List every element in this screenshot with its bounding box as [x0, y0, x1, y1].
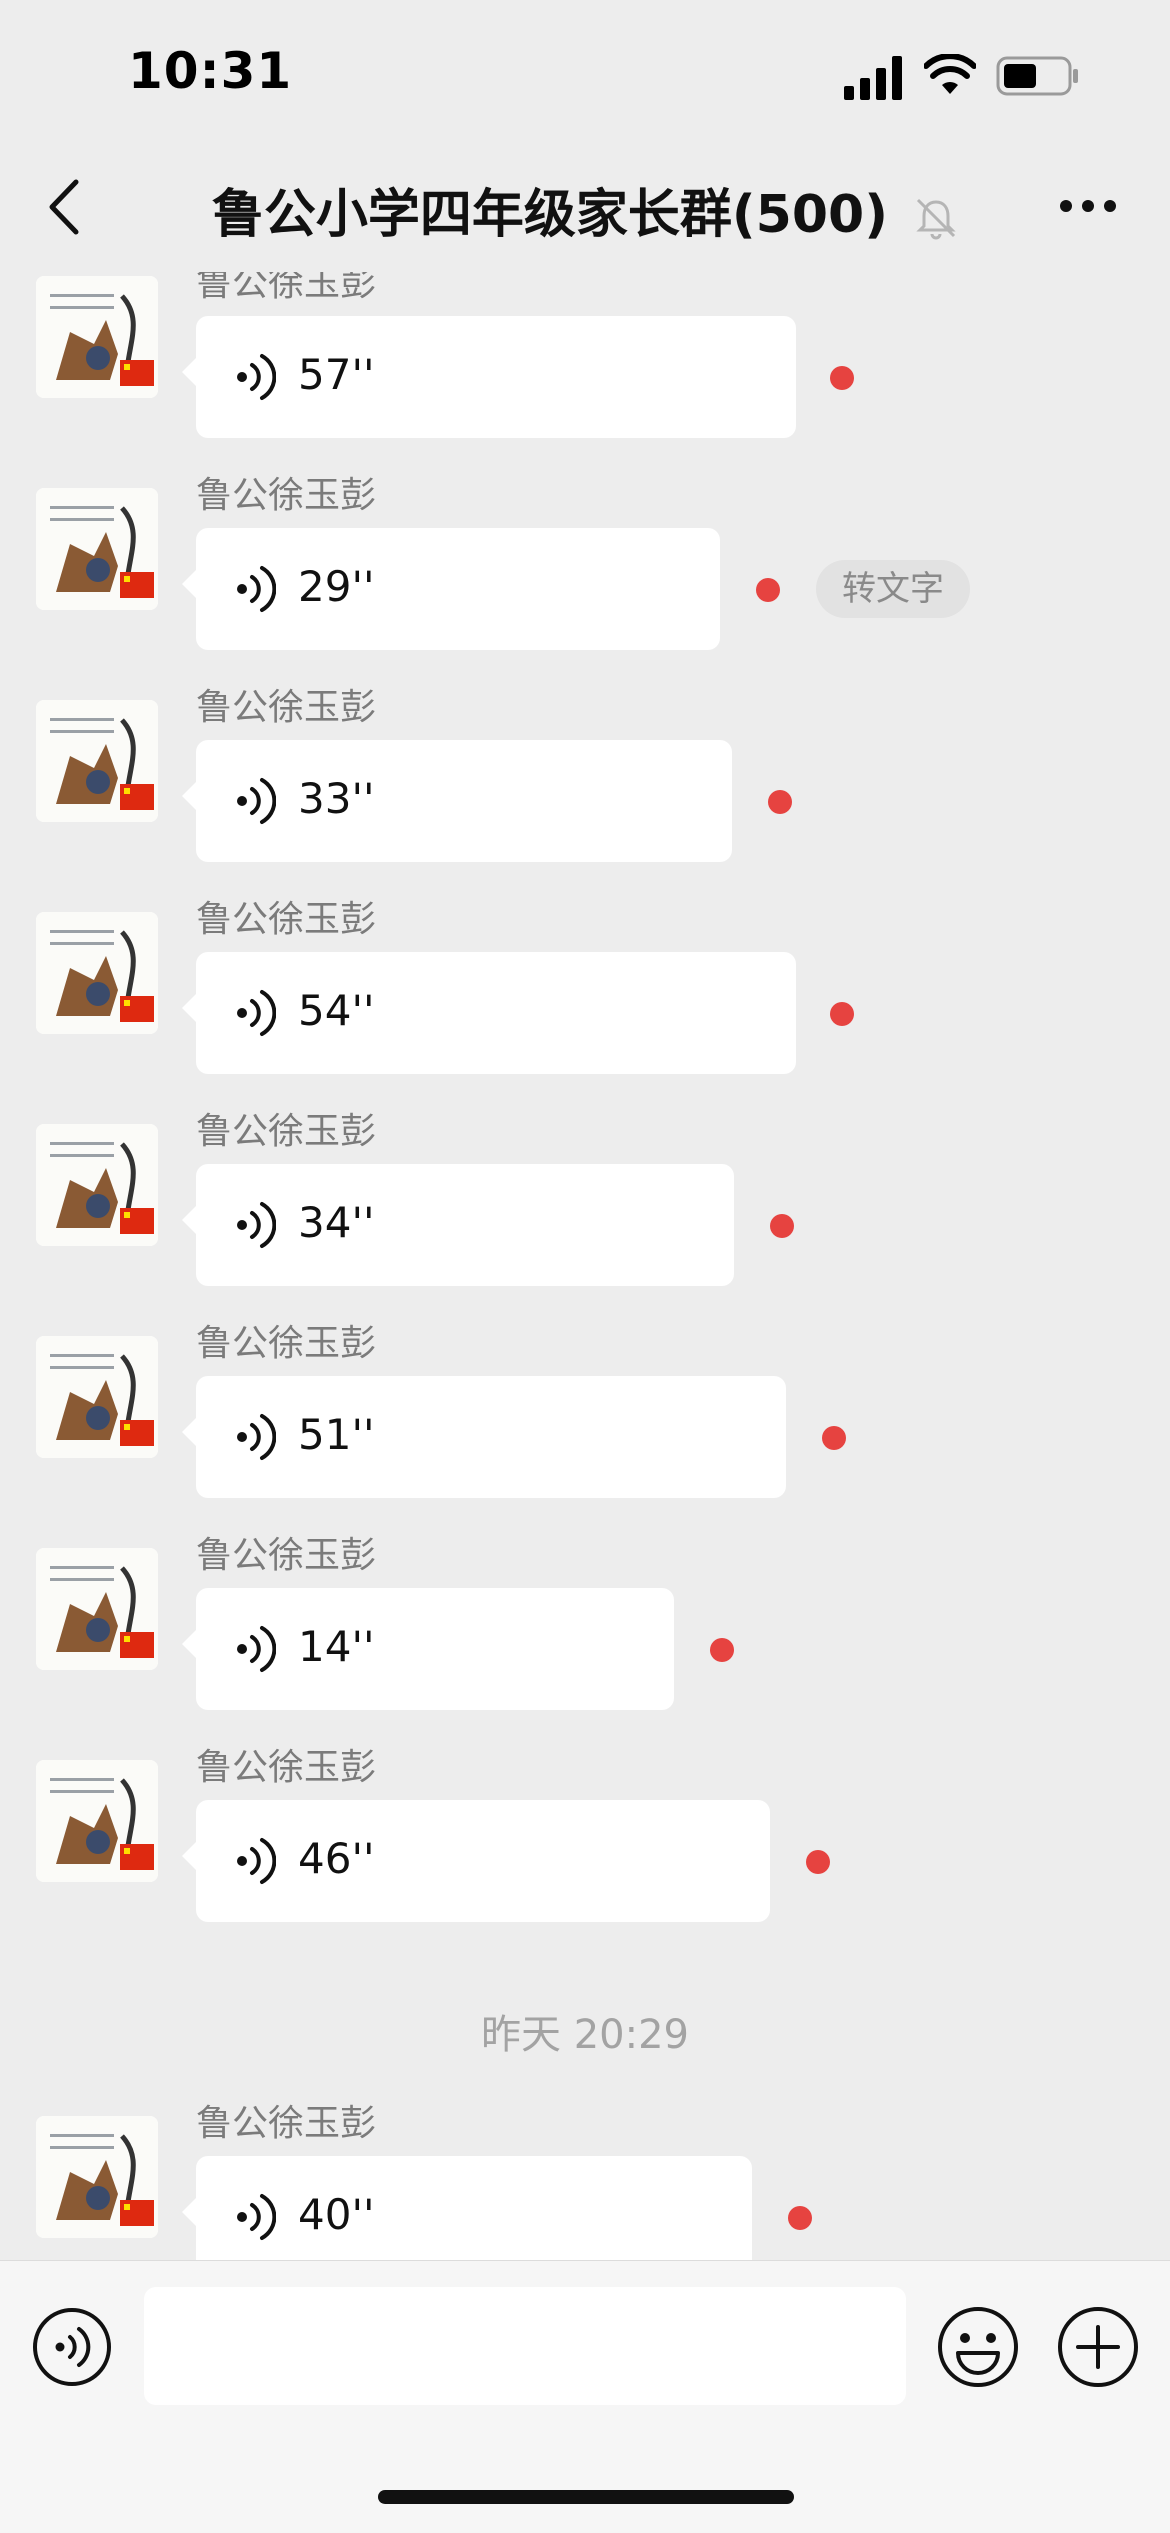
sender-name: 鲁公徐玉彭: [196, 475, 377, 516]
sender-name: 鲁公徐玉彭: [196, 687, 377, 728]
voice-wave-icon: [237, 1202, 276, 1248]
voice-duration: 51'': [298, 1410, 375, 1459]
sender-name: 鲁公徐玉彭: [196, 1747, 377, 1788]
voice-duration: 14'': [298, 1622, 375, 1671]
voice-wave-icon: [237, 1838, 276, 1884]
timestamp-separator: 昨天 20:29: [481, 2012, 689, 2058]
voice-wave-icon: [237, 566, 276, 612]
voice-wave-icon: [237, 778, 276, 824]
unread-dot: [710, 1638, 734, 1662]
unread-dot: [756, 578, 780, 602]
message-item: 鲁公徐玉彭 40'': [0, 2103, 1170, 2260]
wifi-icon: [924, 54, 976, 94]
avatar-image: [36, 1124, 158, 1246]
avatar-image: [36, 488, 158, 610]
voice-duration: 46'': [298, 1834, 375, 1883]
emoji-icon[interactable]: [936, 2305, 1020, 2389]
voice-message-bubble[interactable]: 40'': [182, 2156, 752, 2260]
voice-wave-icon: [237, 2194, 276, 2240]
avatar[interactable]: [36, 1124, 158, 1246]
voice-duration: 57'': [298, 350, 375, 399]
avatar-image: [36, 1760, 158, 1882]
avatar-image: [36, 2116, 158, 2238]
voice-duration: 40'': [298, 2190, 375, 2239]
voice-duration: 34'': [298, 1198, 375, 1247]
avatar-image: [36, 1548, 158, 1670]
home-indicator: [378, 2490, 794, 2504]
sender-name: 鲁公徐玉彭: [196, 1323, 377, 1364]
voice-wave-icon: [237, 1414, 276, 1460]
voice-message-bubble[interactable]: 51'': [182, 1376, 786, 1498]
message-input[interactable]: [144, 2287, 906, 2405]
voice-message-bubble[interactable]: 33'': [182, 740, 732, 862]
sender-name: 鲁公徐玉彭: [196, 899, 377, 940]
status-bar: 10:31: [0, 0, 1170, 140]
sender-name: 鲁公徐玉彭: [196, 1535, 377, 1576]
unread-dot: [770, 1214, 794, 1238]
avatar-image: [36, 912, 158, 1034]
voice-message-bubble[interactable]: 54'': [182, 952, 796, 1074]
voice-wave-icon: [237, 354, 276, 400]
avatar-image: [36, 276, 158, 398]
voice-message-bubble[interactable]: 46'': [182, 1800, 770, 1922]
sender-name: 鲁公徐玉彭: [196, 272, 377, 304]
battery-icon: [996, 56, 1078, 96]
chat-title: 鲁公小学四年级家长群(500): [0, 172, 1170, 247]
sender-name: 鲁公徐玉彭: [196, 2103, 377, 2144]
avatar-image: [36, 700, 158, 822]
message-item: 鲁公徐玉彭 51'': [0, 1323, 1170, 1534]
avatar[interactable]: [36, 700, 158, 822]
unread-dot: [768, 790, 792, 814]
unread-dot: [830, 1002, 854, 1026]
signal-icon: [844, 56, 902, 100]
voice-message-bubble[interactable]: 14'': [182, 1588, 674, 1710]
avatar[interactable]: [36, 912, 158, 1034]
more-icon[interactable]: [1058, 192, 1118, 220]
avatar[interactable]: [36, 488, 158, 610]
status-icons: [844, 52, 1094, 100]
chat-area[interactable]: 鲁公徐玉彭 57'' 鲁公徐玉彭 29'' 转文字 鲁公徐玉彭 33'' 鲁公徐…: [0, 272, 1170, 2260]
status-time: 10:31: [128, 42, 293, 100]
message-item: 鲁公徐玉彭 33'': [0, 687, 1170, 898]
voice-message-bubble[interactable]: 57'': [182, 316, 796, 438]
avatar[interactable]: [36, 1336, 158, 1458]
nav-bar: 鲁公小学四年级家长群(500): [0, 140, 1170, 273]
unread-dot: [788, 2206, 812, 2230]
voice-wave-icon: [237, 990, 276, 1036]
sender-name: 鲁公徐玉彭: [196, 1111, 377, 1152]
voice-message-bubble[interactable]: 34'': [182, 1164, 734, 1286]
message-item: 鲁公徐玉彭 54'': [0, 899, 1170, 1110]
voice-message-bubble[interactable]: 29'': [182, 528, 720, 650]
voice-duration: 29'': [298, 562, 375, 611]
message-item: 鲁公徐玉彭 29'' 转文字: [0, 475, 1170, 686]
unread-dot: [830, 366, 854, 390]
message-item: 鲁公徐玉彭 46'': [0, 1747, 1170, 1958]
message-item: 鲁公徐玉彭 14'': [0, 1535, 1170, 1746]
plus-icon[interactable]: [1056, 2305, 1140, 2389]
avatar[interactable]: [36, 1548, 158, 1670]
avatar[interactable]: [36, 1760, 158, 1882]
voice-wave-icon: [237, 1626, 276, 1672]
convert-to-text-button[interactable]: 转文字: [816, 560, 970, 618]
mute-bell-icon: [916, 198, 956, 240]
chat-title-text: 鲁公小学四年级家长群(500): [211, 185, 888, 245]
avatar[interactable]: [36, 276, 158, 398]
unread-dot: [822, 1426, 846, 1450]
voice-duration: 54'': [298, 986, 375, 1035]
message-item: 鲁公徐玉彭 57'': [0, 272, 1170, 474]
avatar[interactable]: [36, 2116, 158, 2238]
avatar-image: [36, 1336, 158, 1458]
voice-duration: 33'': [298, 774, 375, 823]
message-item: 鲁公徐玉彭 34'': [0, 1111, 1170, 1322]
voice-mode-icon[interactable]: [32, 2307, 112, 2387]
unread-dot: [806, 1850, 830, 1874]
